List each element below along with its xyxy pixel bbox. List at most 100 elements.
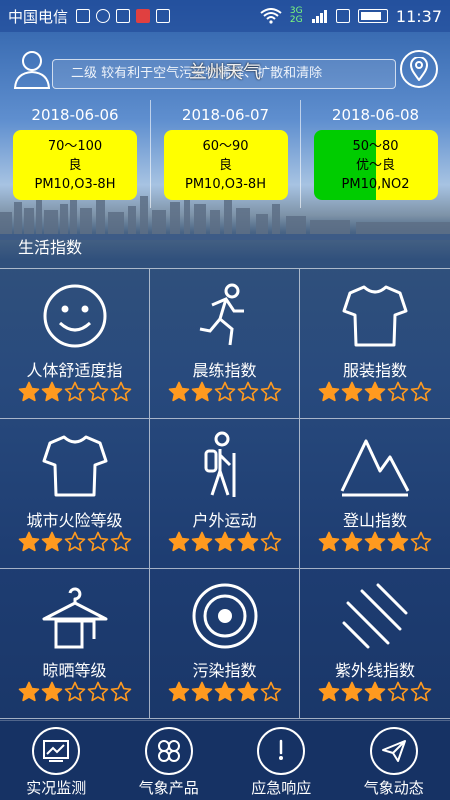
forecast-day[interactable]: 2018-06-06 70～100 良 PM10,O3-8H <box>0 100 150 208</box>
index-card-outdoor-sports[interactable]: 户外运动 <box>150 419 300 569</box>
star-empty-icon <box>64 531 86 552</box>
index-card-pollution[interactable]: 污染指数 <box>150 569 300 719</box>
index-label: 晾晒等级 <box>42 661 107 680</box>
nav-emergency-response[interactable]: 应急响应 <box>225 721 338 800</box>
battery-icon <box>357 9 388 23</box>
index-card-mountaineering[interactable]: 登山指数 <box>300 419 450 569</box>
city-title[interactable]: 兰州天气 <box>0 58 450 84</box>
star-filled-icon <box>341 381 363 402</box>
tshirt-icon <box>42 435 108 497</box>
star-filled-icon <box>168 681 190 702</box>
carrier-name: 中国电信 <box>8 7 69 26</box>
nav-label: 实况监测 <box>26 779 87 797</box>
aqi-card: 50～80 优～良 PM10,NO2 <box>313 130 438 200</box>
index-label: 服装指数 <box>342 361 407 380</box>
aqi-pollutant: PM10,NO2 <box>341 177 410 192</box>
star-filled-icon <box>191 531 213 552</box>
rating-stars <box>168 381 282 403</box>
bottom-navigation: 实况监测 气象产品 应急响应 气象动态 <box>0 720 450 800</box>
star-filled-icon <box>18 681 40 702</box>
index-label: 登山指数 <box>342 511 407 530</box>
star-empty-icon <box>64 681 86 702</box>
rating-stars <box>318 381 432 403</box>
mountain-icon <box>340 439 410 497</box>
star-empty-icon <box>87 681 109 702</box>
rating-stars <box>18 531 132 553</box>
wifi-icon <box>260 8 282 24</box>
index-card-uv[interactable]: 紫外线指数 <box>300 569 450 719</box>
star-filled-icon <box>318 381 340 402</box>
network-type: 3G 2G <box>289 6 303 25</box>
hanger-icon <box>42 587 108 649</box>
smiley-icon <box>43 284 107 348</box>
hiker-icon <box>204 431 236 497</box>
life-index-grid: 人体舒适度指 晨练指数 服装指数 城市火险等级 户外运动 登山指数 晾晒等级 污… <box>0 268 450 720</box>
star-filled-icon <box>318 531 340 552</box>
nav-label: 气象产品 <box>138 779 199 797</box>
star-empty-icon <box>387 681 409 702</box>
forecast-date: 2018-06-06 <box>31 106 119 124</box>
nav-icon-ring <box>257 727 305 775</box>
forecast-date: 2018-06-07 <box>181 106 270 124</box>
location-button[interactable] <box>400 50 438 88</box>
aqi-range: 50～80 <box>352 139 399 154</box>
star-filled-icon <box>364 381 386 402</box>
star-empty-icon <box>387 381 409 402</box>
star-filled-icon <box>364 531 386 552</box>
star-filled-icon <box>214 681 236 702</box>
status-bar: 中国电信 3G 2G 11:37 <box>0 0 450 32</box>
index-card-drying[interactable]: 晾晒等级 <box>0 569 150 719</box>
nav-icon-ring <box>144 727 193 775</box>
star-empty-icon <box>87 531 109 552</box>
nav-weather-news[interactable]: 气象动态 <box>338 721 450 800</box>
aqi-forecast: 2018-06-06 70～100 良 PM10,O3-8H 2018-06-0… <box>0 100 450 208</box>
star-filled-icon <box>191 681 213 702</box>
sim-icon <box>76 9 91 23</box>
star-empty-icon <box>410 681 432 702</box>
star-empty-icon <box>110 681 132 702</box>
star-empty-icon <box>64 381 86 402</box>
nav-weather-products[interactable]: 气象产品 <box>113 721 226 800</box>
star-filled-icon <box>364 681 386 702</box>
index-card-comfort[interactable]: 人体舒适度指 <box>0 269 150 419</box>
index-label: 紫外线指数 <box>334 661 415 680</box>
star-filled-icon <box>168 531 190 552</box>
location-pin-icon <box>409 57 429 81</box>
sim-card-icon <box>335 9 350 23</box>
rating-stars <box>318 681 432 703</box>
star-filled-icon <box>41 531 63 552</box>
index-label: 人体舒适度指 <box>26 361 123 380</box>
star-filled-icon <box>18 531 40 552</box>
index-card-morning-exercise[interactable]: 晨练指数 <box>150 269 300 419</box>
image-icon <box>116 9 131 23</box>
nav-icon-ring <box>32 727 80 775</box>
star-filled-icon <box>237 531 259 552</box>
tshirt-icon <box>342 285 408 347</box>
aqi-pollutant: PM10,O3-8H <box>34 177 116 192</box>
star-filled-icon <box>41 681 63 702</box>
wifi-small-icon <box>96 9 111 23</box>
forecast-day[interactable]: 2018-06-08 50～80 优～良 PM10,NO2 <box>300 100 450 208</box>
index-card-clothing[interactable]: 服装指数 <box>300 269 450 419</box>
index-label: 晨练指数 <box>192 361 257 380</box>
star-empty-icon <box>260 531 282 552</box>
rating-stars <box>168 531 282 553</box>
rating-stars <box>168 681 282 703</box>
index-card-fire-risk[interactable]: 城市火险等级 <box>0 419 150 569</box>
uv-lines-icon <box>342 583 408 649</box>
paper-plane-icon <box>381 740 406 762</box>
star-empty-icon <box>214 381 236 402</box>
monitor-chart-icon <box>43 740 69 762</box>
star-empty-icon <box>110 381 132 402</box>
rating-stars <box>18 381 132 403</box>
nav-label: 应急响应 <box>251 779 312 797</box>
forecast-day[interactable]: 2018-06-07 60～90 良 PM10,O3-8H <box>150 100 300 208</box>
aqi-level: 良 <box>218 158 232 173</box>
section-title-life-index: 生活指数 <box>18 238 83 257</box>
star-filled-icon <box>41 381 63 402</box>
star-filled-icon <box>387 531 409 552</box>
index-label: 城市火险等级 <box>26 511 123 530</box>
runner-icon <box>199 283 244 346</box>
clover-icon <box>157 740 180 762</box>
nav-live-monitoring[interactable]: 实况监测 <box>0 721 113 800</box>
